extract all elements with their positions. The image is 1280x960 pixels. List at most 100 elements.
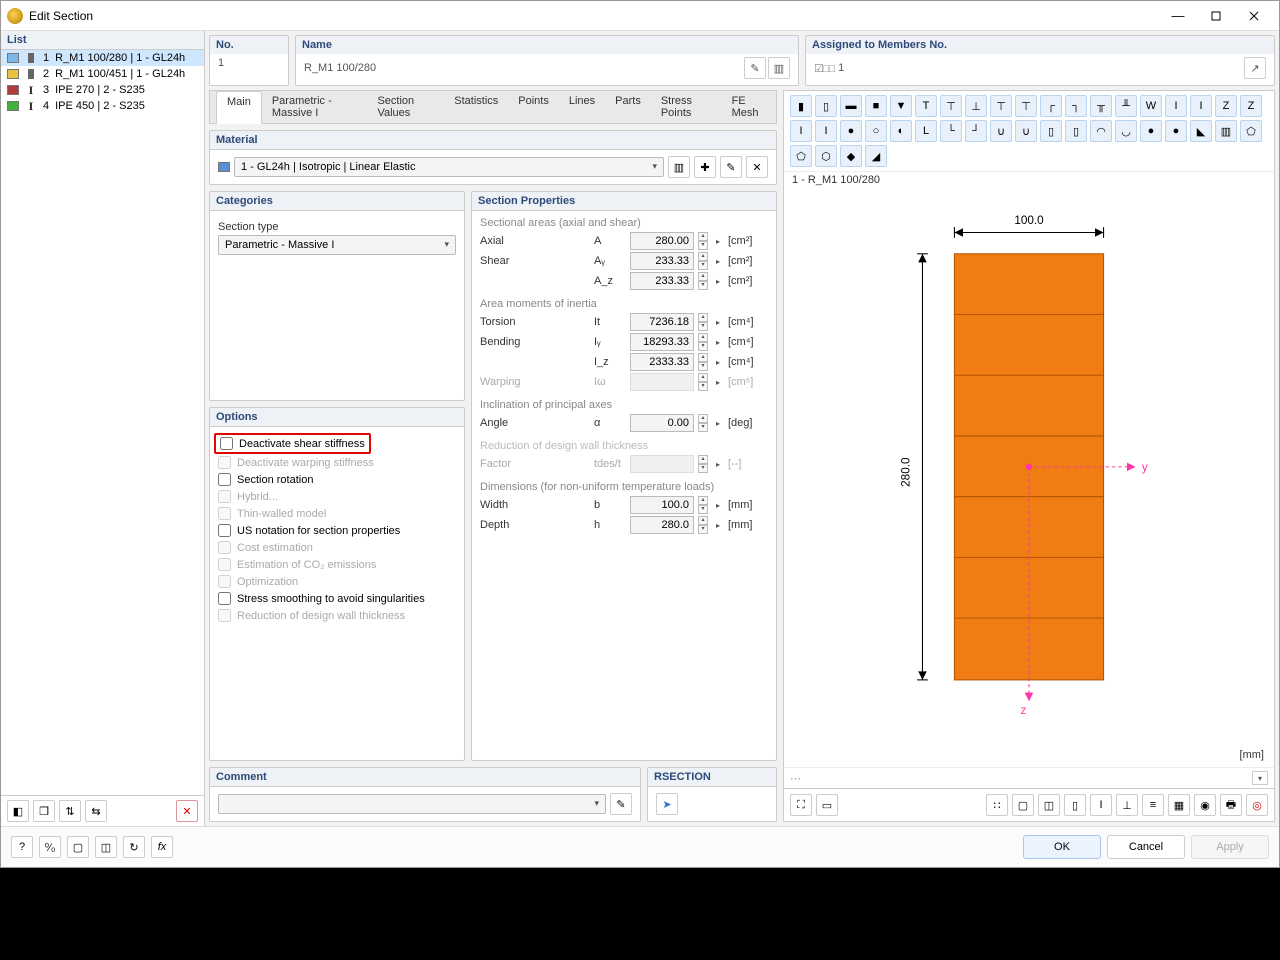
shape-palette-icon[interactable]: ▥ — [1215, 120, 1237, 142]
option-checkbox[interactable] — [218, 473, 231, 486]
shape-palette-icon[interactable]: ⬠ — [1240, 120, 1262, 142]
preview-canvas[interactable]: 100.0 280.0 — [784, 188, 1274, 767]
prop-value[interactable]: 0.00 — [630, 414, 694, 432]
prop-play-icon[interactable]: ▸ — [712, 516, 724, 534]
shape-palette-icon[interactable]: └ — [940, 120, 962, 142]
footer-color-icon[interactable]: ◫ — [95, 836, 117, 858]
preview-view-5-icon[interactable]: I — [1090, 794, 1112, 816]
preview-view-11-icon[interactable]: ◎ — [1246, 794, 1268, 816]
material-new-icon[interactable]: ✚ — [694, 156, 716, 178]
material-delete-icon[interactable]: ✕ — [746, 156, 768, 178]
preview-tool-2-icon[interactable]: ▭ — [816, 794, 838, 816]
shape-palette-icon[interactable]: ○ — [865, 120, 887, 142]
shape-palette-icon[interactable]: I — [1190, 95, 1212, 117]
section-list[interactable]: 1 R_M1 100/280 | 1 - GL24h 2 R_M1 100/45… — [1, 50, 204, 795]
tab-main[interactable]: Main — [216, 91, 262, 124]
prop-stepper[interactable]: ▴▾ — [698, 232, 708, 250]
tab-section-values[interactable]: Section Values — [367, 91, 444, 123]
shape-palette-icon[interactable]: ▯ — [815, 95, 837, 117]
list-tool-delete-icon[interactable]: ✕ — [176, 800, 198, 822]
prop-value[interactable]: 2333.33 — [630, 353, 694, 371]
prop-play-icon[interactable]: ▸ — [712, 353, 724, 371]
material-edit-icon[interactable]: ✎ — [720, 156, 742, 178]
list-tool-new-icon[interactable]: ◧ — [7, 800, 29, 822]
shape-palette-icon[interactable]: T — [915, 95, 937, 117]
ok-button[interactable]: OK — [1023, 835, 1101, 859]
prop-value[interactable]: 233.33 — [630, 252, 694, 270]
footer-view-icon[interactable]: ▢ — [67, 836, 89, 858]
prop-play-icon[interactable]: ▸ — [712, 272, 724, 290]
list-item[interactable]: 2 R_M1 100/451 | 1 - GL24h — [1, 66, 204, 82]
preview-view-10-icon[interactable]: 🖶 — [1220, 794, 1242, 816]
option-row[interactable]: Deactivate shear stiffness — [218, 433, 456, 454]
prop-value[interactable]: 280.0 — [630, 516, 694, 534]
prop-play-icon[interactable]: ▸ — [712, 313, 724, 331]
maximize-button[interactable] — [1197, 5, 1235, 27]
list-item[interactable]: 4 IPE 450 | 2 - S235 — [1, 98, 204, 114]
prop-play-icon[interactable]: ▸ — [712, 252, 724, 270]
cancel-button[interactable]: Cancel — [1107, 835, 1185, 859]
footer-units-icon[interactable]: ⁰⁄₀ — [39, 836, 61, 858]
shape-palette-icon[interactable]: ┐ — [1065, 95, 1087, 117]
tab-fe-mesh[interactable]: FE Mesh — [722, 91, 776, 123]
shape-palette-icon[interactable]: W — [1140, 95, 1162, 117]
prop-play-icon[interactable]: ▸ — [712, 333, 724, 351]
shape-palette-icon[interactable]: ⬠ — [790, 145, 812, 167]
tab-stress-points[interactable]: Stress Points — [651, 91, 722, 123]
shape-palette-icon[interactable]: Z — [1215, 95, 1237, 117]
shape-palette-icon[interactable]: L — [915, 120, 937, 142]
shape-palette-icon[interactable]: ⬡ — [815, 145, 837, 167]
name-edit-icon[interactable]: ✎ — [744, 57, 766, 79]
members-pick-icon[interactable]: ↗ — [1244, 57, 1266, 79]
tab-lines[interactable]: Lines — [559, 91, 605, 123]
shape-palette-icon[interactable]: I — [790, 120, 812, 142]
list-item[interactable]: 1 R_M1 100/280 | 1 - GL24h — [1, 50, 204, 66]
prop-stepper[interactable]: ▴▾ — [698, 252, 708, 270]
apply-button[interactable]: Apply — [1191, 835, 1269, 859]
rsection-launch-icon[interactable]: ➤ — [656, 793, 678, 815]
tab-points[interactable]: Points — [508, 91, 559, 123]
shape-palette-icon[interactable]: ■ — [865, 95, 887, 117]
list-item[interactable]: 3 IPE 270 | 2 - S235 — [1, 82, 204, 98]
list-tool-sort-icon[interactable]: ⇅ — [59, 800, 81, 822]
prop-value[interactable]: 100.0 — [630, 496, 694, 514]
preview-view-1-icon[interactable]: ∷ — [986, 794, 1008, 816]
shape-palette-icon[interactable]: ▬ — [840, 95, 862, 117]
footer-script-icon[interactable]: fx — [151, 836, 173, 858]
shape-palette-icon[interactable]: ∪ — [990, 120, 1012, 142]
prop-stepper[interactable]: ▴▾ — [698, 333, 708, 351]
name-library-icon[interactable]: ▥ — [768, 57, 790, 79]
tab-parts[interactable]: Parts — [605, 91, 651, 123]
shape-palette-icon[interactable]: ┌ — [1040, 95, 1062, 117]
prop-value[interactable]: 233.33 — [630, 272, 694, 290]
prop-value[interactable]: 280.00 — [630, 232, 694, 250]
prop-stepper[interactable]: ▴▾ — [698, 516, 708, 534]
preview-view-6-icon[interactable]: ⊥ — [1116, 794, 1138, 816]
prop-play-icon[interactable]: ▸ — [712, 414, 724, 432]
shape-palette-icon[interactable]: ┘ — [965, 120, 987, 142]
members-value[interactable]: 1 — [838, 62, 844, 74]
shape-palette-icon[interactable]: ◆ — [840, 145, 862, 167]
shape-palette-icon[interactable]: ● — [840, 120, 862, 142]
option-row[interactable]: Section rotation — [218, 471, 456, 488]
shape-palette-icon[interactable]: I — [1165, 95, 1187, 117]
shape-palette-icon[interactable]: ▯ — [1040, 120, 1062, 142]
footer-refresh-icon[interactable]: ↻ — [123, 836, 145, 858]
shape-palette-icon[interactable]: ◠ — [1090, 120, 1112, 142]
shape-palette-icon[interactable]: ◢ — [865, 145, 887, 167]
preview-view-8-icon[interactable]: ▦ — [1168, 794, 1190, 816]
list-tool-filter-icon[interactable]: ⇆ — [85, 800, 107, 822]
prop-stepper[interactable]: ▴▾ — [698, 496, 708, 514]
preview-view-2-icon[interactable]: ▢ — [1012, 794, 1034, 816]
shape-palette-icon[interactable]: ⊥ — [965, 95, 987, 117]
shape-palette-icon[interactable]: ╥ — [1090, 95, 1112, 117]
prop-stepper[interactable]: ▴▾ — [698, 353, 708, 371]
shape-palette-icon[interactable]: ⊤ — [990, 95, 1012, 117]
comment-edit-icon[interactable]: ✎ — [610, 793, 632, 815]
shape-palette-icon[interactable]: ◡ — [1115, 120, 1137, 142]
option-row[interactable]: US notation for section properties — [218, 522, 456, 539]
preview-more-icon[interactable]: ⋯ — [790, 772, 801, 785]
shape-palette-icon[interactable]: ◣ — [1190, 120, 1212, 142]
shape-palette-icon[interactable]: ● — [1165, 120, 1187, 142]
prop-play-icon[interactable]: ▸ — [712, 496, 724, 514]
